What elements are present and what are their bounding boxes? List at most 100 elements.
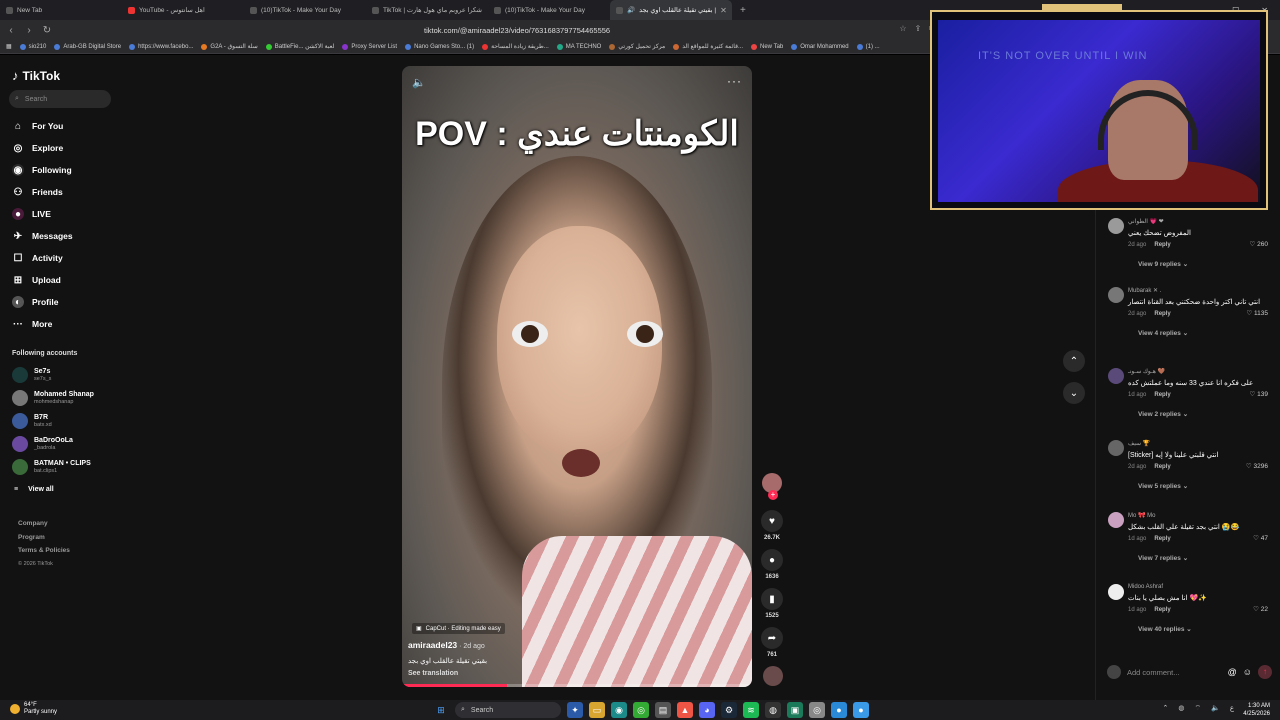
nav-upload[interactable]: ⊞ Upload bbox=[12, 274, 61, 286]
next-video-button[interactable]: ⌄ bbox=[1063, 382, 1085, 404]
emoji-icon[interactable]: ☺ bbox=[1243, 667, 1252, 677]
bookmark-item[interactable]: https://www.facebo... bbox=[129, 43, 193, 50]
comment-like-button[interactable]: ♡ 1135 bbox=[1246, 309, 1268, 317]
following-account[interactable]: Se7s se7s_s bbox=[12, 367, 51, 383]
windows-start-icon[interactable]: ⊞ bbox=[433, 702, 449, 718]
view-replies-button[interactable]: View 7 replies ⌄ bbox=[1138, 554, 1268, 562]
obs-icon[interactable]: ◍ bbox=[765, 702, 781, 718]
video-player[interactable]: POV : الكومنتات عندي 🔈 ··· ▣ CapCut · Edi… bbox=[402, 66, 752, 687]
taskbar-search[interactable]: ⌕ Search bbox=[455, 702, 561, 718]
nav-for-you[interactable]: ⌂ For You bbox=[12, 120, 63, 132]
comment-input[interactable]: Add comment... bbox=[1127, 668, 1222, 677]
url-field[interactable]: tiktok.com/@amiraadel23/video/7631683797… bbox=[424, 26, 610, 35]
footer-link-terms[interactable]: Terms & Policies bbox=[18, 544, 70, 558]
apps-grid-icon[interactable]: ▦ bbox=[6, 43, 12, 50]
bookmark-item[interactable]: طريقة زيادة المساحة... bbox=[482, 43, 549, 50]
volume-icon[interactable]: 🔈 bbox=[412, 76, 426, 89]
nav-following[interactable]: ◉ Following bbox=[12, 164, 72, 176]
chevron-up-icon[interactable]: ⌃ bbox=[1163, 704, 1169, 713]
like-button[interactable]: ♥ 26.7K bbox=[760, 510, 784, 541]
forward-icon[interactable]: › bbox=[22, 25, 36, 36]
reply-button[interactable]: Reply bbox=[1154, 607, 1170, 613]
reply-button[interactable]: Reply bbox=[1154, 392, 1170, 398]
bookmark-star-icon[interactable]: ☆ bbox=[899, 24, 906, 34]
avatar[interactable] bbox=[1108, 368, 1124, 384]
following-account[interactable]: B7R batx.xd bbox=[12, 413, 52, 429]
bookmark-item[interactable]: (1) ... bbox=[856, 43, 880, 50]
browser-tab-active[interactable]: 🔊 بقيتي تقيلة عالقلب اوي بجد | ✕ bbox=[610, 0, 732, 20]
bookmark-item[interactable]: G2A - سلة التسوق bbox=[201, 43, 258, 50]
close-tab-icon[interactable]: ✕ bbox=[720, 6, 727, 15]
view-all-button[interactable]: ≡ View all bbox=[14, 486, 54, 493]
reply-button[interactable]: Reply bbox=[1154, 536, 1170, 542]
view-replies-button[interactable]: View 2 replies ⌄ bbox=[1138, 410, 1268, 418]
copilot-icon[interactable]: ✦ bbox=[567, 702, 583, 718]
discord-icon[interactable]: ◕ bbox=[699, 702, 715, 718]
see-translation-link[interactable]: See translation bbox=[408, 670, 458, 677]
following-account[interactable]: Mohamed Shanap mohmedshanap bbox=[12, 390, 94, 406]
spotify-icon[interactable]: ≋ bbox=[743, 702, 759, 718]
view-replies-button[interactable]: View 9 replies ⌄ bbox=[1138, 260, 1268, 268]
comment-like-button[interactable]: ♡ 3296 bbox=[1246, 462, 1268, 470]
tiktok-logo[interactable]: ♪ TikTok bbox=[12, 68, 60, 83]
brave-icon[interactable]: ▲ bbox=[677, 702, 693, 718]
bookmark-item[interactable]: New Tab bbox=[751, 43, 783, 50]
bookmark-item[interactable]: مركز تحميل كورتي bbox=[609, 43, 665, 50]
edge-icon[interactable]: ◉ bbox=[611, 702, 627, 718]
view-replies-button[interactable]: View 4 replies ⌄ bbox=[1138, 329, 1268, 337]
follow-plus-icon[interactable]: + bbox=[768, 490, 778, 500]
search-input[interactable]: ⌕ Search bbox=[9, 90, 111, 108]
store-icon[interactable]: ▤ bbox=[655, 702, 671, 718]
bookmark-item[interactable]: sio210 bbox=[19, 43, 46, 50]
browser-tab[interactable]: YouTube - اهل سانتوس bbox=[122, 0, 244, 20]
weather-widget[interactable]: 64°F Partly sunny bbox=[10, 702, 57, 716]
video-progress-bar[interactable] bbox=[402, 684, 752, 687]
browser-tab[interactable]: New Tab bbox=[0, 0, 122, 20]
clock[interactable]: 1:30 AM 4/25/2026 bbox=[1243, 702, 1270, 718]
new-tab-button[interactable]: + bbox=[740, 5, 746, 16]
avatar[interactable] bbox=[1108, 584, 1124, 600]
avatar[interactable] bbox=[1108, 440, 1124, 456]
back-icon[interactable]: ‹ bbox=[4, 25, 18, 36]
nav-explore[interactable]: ◎ Explore bbox=[12, 142, 64, 154]
comment-like-button[interactable]: ♡ 22 bbox=[1253, 605, 1268, 613]
file-explorer-icon[interactable]: ▭ bbox=[589, 702, 605, 718]
bookmark-item[interactable]: MA TECHNO bbox=[556, 43, 601, 50]
previous-video-button[interactable]: ⌃ bbox=[1063, 350, 1085, 372]
bookmark-item[interactable]: Proxy Server List bbox=[342, 43, 397, 50]
avatar[interactable] bbox=[1108, 218, 1124, 234]
nav-profile[interactable]: ◐ Profile bbox=[12, 296, 58, 308]
nav-live[interactable]: ● LIVE bbox=[12, 208, 51, 220]
nav-messages[interactable]: ✈ Messages bbox=[12, 230, 73, 242]
following-account[interactable]: BATMAN • CLIPS bat.clips1 bbox=[12, 459, 91, 475]
language-icon[interactable]: ع bbox=[1230, 704, 1234, 713]
view-replies-button[interactable]: View 5 replies ⌄ bbox=[1138, 482, 1268, 490]
music-disc-icon[interactable] bbox=[763, 666, 783, 686]
comment-like-button[interactable]: ♡ 47 bbox=[1253, 534, 1268, 542]
footer-link-program[interactable]: Program bbox=[18, 531, 70, 545]
comment-button[interactable]: ● 1636 bbox=[760, 549, 784, 580]
nav-friends[interactable]: ⚇ Friends bbox=[12, 186, 63, 198]
nav-activity[interactable]: ☐ Activity bbox=[12, 252, 63, 264]
browser-tab[interactable]: TikTok | شكرا عروبم ماي هول هارت bbox=[366, 0, 488, 20]
reload-icon[interactable]: ↻ bbox=[40, 25, 54, 36]
following-account[interactable]: BaDroOoLa _badrola bbox=[12, 436, 73, 452]
save-button[interactable]: ▮ 1525 bbox=[760, 588, 784, 619]
post-comment-button[interactable]: ↑ bbox=[1258, 665, 1272, 679]
footer-link-company[interactable]: Company bbox=[18, 517, 70, 531]
wifi-icon[interactable]: ⌔ bbox=[1195, 704, 1202, 713]
video-author[interactable]: amiraadel23 · 2d ago bbox=[408, 640, 485, 650]
capcut-label[interactable]: ▣ CapCut · Editing made easy bbox=[412, 623, 505, 634]
avatar[interactable] bbox=[1108, 287, 1124, 303]
chrome-icon[interactable]: ◎ bbox=[633, 702, 649, 718]
chrome-icon[interactable]: ◎ bbox=[809, 702, 825, 718]
bookmark-item[interactable]: Arab-GB Digital Store bbox=[54, 43, 121, 50]
bookmark-item[interactable]: Nano Games Sto... (1) bbox=[405, 43, 474, 50]
more-options-icon[interactable]: ··· bbox=[727, 74, 742, 88]
share-icon[interactable]: ⇪ bbox=[915, 24, 922, 34]
steam-icon[interactable]: ⚙ bbox=[721, 702, 737, 718]
browser-tab[interactable]: (10)TikTok - Make Your Day bbox=[488, 0, 610, 20]
browser-tab[interactable]: (10)TikTok - Make Your Day bbox=[244, 0, 366, 20]
avatar[interactable] bbox=[1108, 512, 1124, 528]
comment-like-button[interactable]: ♡ 139 bbox=[1250, 390, 1269, 398]
